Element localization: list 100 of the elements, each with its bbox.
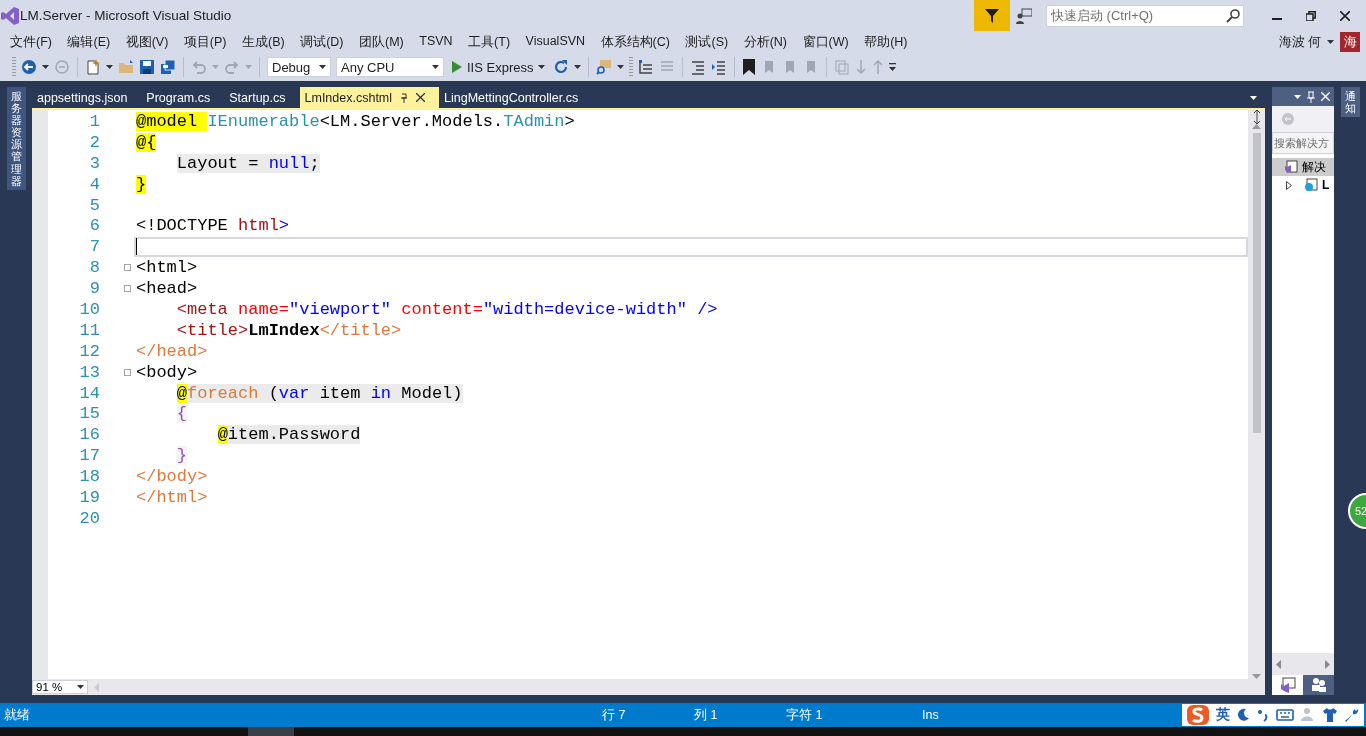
menu-item[interactable]: 窗口(W) <box>796 30 855 54</box>
outdent-icon[interactable] <box>690 59 707 75</box>
server-explorer-tab[interactable]: 服务器资源管理器 <box>6 87 26 190</box>
menu-item[interactable]: 生成(B) <box>236 30 291 54</box>
solution-tree-item[interactable]: L <box>1322 178 1330 192</box>
caret-icon <box>1327 40 1334 44</box>
line-number: 8 <box>88 258 100 278</box>
overflow-icon[interactable] <box>889 63 898 71</box>
save-icon[interactable] <box>139 59 155 75</box>
close-icon[interactable] <box>416 93 426 102</box>
platform-dropdown[interactable]: Any CPU <box>336 57 444 77</box>
new-item-icon[interactable] <box>85 59 101 75</box>
line-number: 20 <box>78 508 100 528</box>
scroll-up-icon[interactable] <box>1252 124 1261 129</box>
line-number: 14 <box>78 383 100 403</box>
quick-launch-field[interactable]: 快速启动 (Ctrl+Q) <box>1046 4 1244 27</box>
user-name[interactable]: 海波 何 <box>1278 33 1321 51</box>
solution-search-field[interactable]: 搜索解决方 <box>1272 132 1334 154</box>
code-line: <head> <box>135 278 199 299</box>
line-number: 12 <box>78 341 100 361</box>
caret-icon <box>42 65 49 69</box>
character-indicator: 字符 1 <box>786 706 824 724</box>
menu-item[interactable]: 调试(D) <box>294 30 350 54</box>
filter-button[interactable] <box>974 0 1010 31</box>
input-method-logo-icon[interactable] <box>1186 704 1210 726</box>
search-icon <box>1226 8 1240 23</box>
menu-item[interactable]: 项目(P) <box>177 30 233 54</box>
shirt-icon[interactable] <box>1322 707 1338 723</box>
status-text: 就绪 <box>4 706 31 724</box>
team-icon[interactable] <box>1310 677 1327 693</box>
configuration-dropdown[interactable]: Debug <box>267 57 331 77</box>
feedback-icon[interactable] <box>1016 7 1032 24</box>
window-title: LM.Server - Microsoft Visual Studio <box>20 8 232 23</box>
notifications-tab[interactable]: 通知 <box>1340 87 1360 118</box>
code-line: <meta name="viewport" content="width=device-width" /> <box>175 299 719 320</box>
document-tab[interactable]: Startup.cs <box>224 87 300 108</box>
menu-item[interactable]: VisualSVN <box>519 30 592 54</box>
line-number: 19 <box>78 487 100 507</box>
code-line: </html> <box>135 487 209 508</box>
restore-icon[interactable] <box>1306 10 1316 21</box>
user-avatar[interactable]: 海 <box>1340 32 1360 52</box>
keyboard-icon[interactable] <box>1276 708 1294 722</box>
moon-icon[interactable] <box>1236 708 1250 722</box>
solution-icon <box>1284 160 1298 174</box>
code-line: <html> <box>135 257 199 278</box>
run-button[interactable]: IIS Express <box>449 57 549 77</box>
document-tab[interactable]: LingMettingController.cs <box>439 87 593 108</box>
save-all-icon[interactable] <box>160 59 176 75</box>
scroll-right-icon[interactable] <box>1325 659 1330 669</box>
ime-language-toggle[interactable]: 英 <box>1216 706 1230 724</box>
line-number: 15 <box>78 404 100 424</box>
code-line: Layout = null; <box>175 153 321 174</box>
caret-icon <box>574 65 582 69</box>
zoom-dropdown[interactable]: 91 % <box>32 680 88 694</box>
line-number: 18 <box>78 467 100 487</box>
scroll-left-icon[interactable] <box>1276 659 1281 669</box>
refresh-icon[interactable] <box>553 59 570 75</box>
menu-item[interactable]: 工具(T) <box>462 30 517 54</box>
code-line: </body> <box>135 466 209 487</box>
menu-item[interactable]: 分析(N) <box>737 30 793 54</box>
menu-item[interactable]: 视图(V) <box>119 30 175 54</box>
punctuation-icon[interactable] <box>1256 708 1270 722</box>
menu-item[interactable]: 测试(S) <box>679 30 735 54</box>
menu-item[interactable]: 体系结构(C) <box>594 30 676 54</box>
indent-icon[interactable] <box>711 59 728 75</box>
menu-item[interactable]: 文件(F) <box>4 30 58 54</box>
visual-studio-logo-icon <box>0 5 20 26</box>
menu-item[interactable]: 团队(M) <box>353 30 410 54</box>
close-icon[interactable] <box>1340 10 1350 21</box>
fold-marker[interactable] <box>123 285 131 293</box>
document-tab[interactable]: Program.cs <box>141 87 225 108</box>
menu-item[interactable]: 编辑(E) <box>61 30 117 54</box>
code-line: @foreach (var item in Model) <box>175 383 464 403</box>
expand-icon[interactable] <box>1286 180 1292 190</box>
wrench-icon[interactable] <box>1344 707 1360 723</box>
caret-icon <box>106 65 113 69</box>
web-project-icon <box>1304 178 1318 192</box>
code-line: <body> <box>135 362 199 383</box>
play-icon <box>452 61 462 73</box>
find-icon[interactable] <box>596 59 613 75</box>
caret-icon <box>432 65 439 69</box>
line-indicator: 行 7 <box>602 706 627 724</box>
fold-marker[interactable] <box>123 368 131 376</box>
caret-icon <box>245 65 252 69</box>
menu-item[interactable]: TSVN <box>413 30 459 54</box>
fold-marker[interactable] <box>123 264 131 272</box>
code-line: </head> <box>135 341 209 362</box>
class-view-icon[interactable] <box>638 59 655 75</box>
bookmark-icon[interactable] <box>742 59 757 75</box>
line-number: 9 <box>88 279 100 299</box>
scrollbar-thumb[interactable] <box>1252 133 1261 433</box>
solution-explorer-icon[interactable] <box>1279 677 1296 693</box>
insert-mode-indicator: Ins <box>922 708 939 722</box>
back-icon[interactable] <box>21 59 37 75</box>
document-tab[interactable]: appsettings.json <box>32 87 142 108</box>
pin-icon[interactable] <box>400 92 409 103</box>
menu-item[interactable]: 帮助(H) <box>858 30 914 54</box>
caret-icon <box>77 685 84 689</box>
code-line: <!DOCTYPE html> <box>135 215 291 236</box>
document-tab[interactable]: LmIndex.cshtml <box>299 87 440 108</box>
